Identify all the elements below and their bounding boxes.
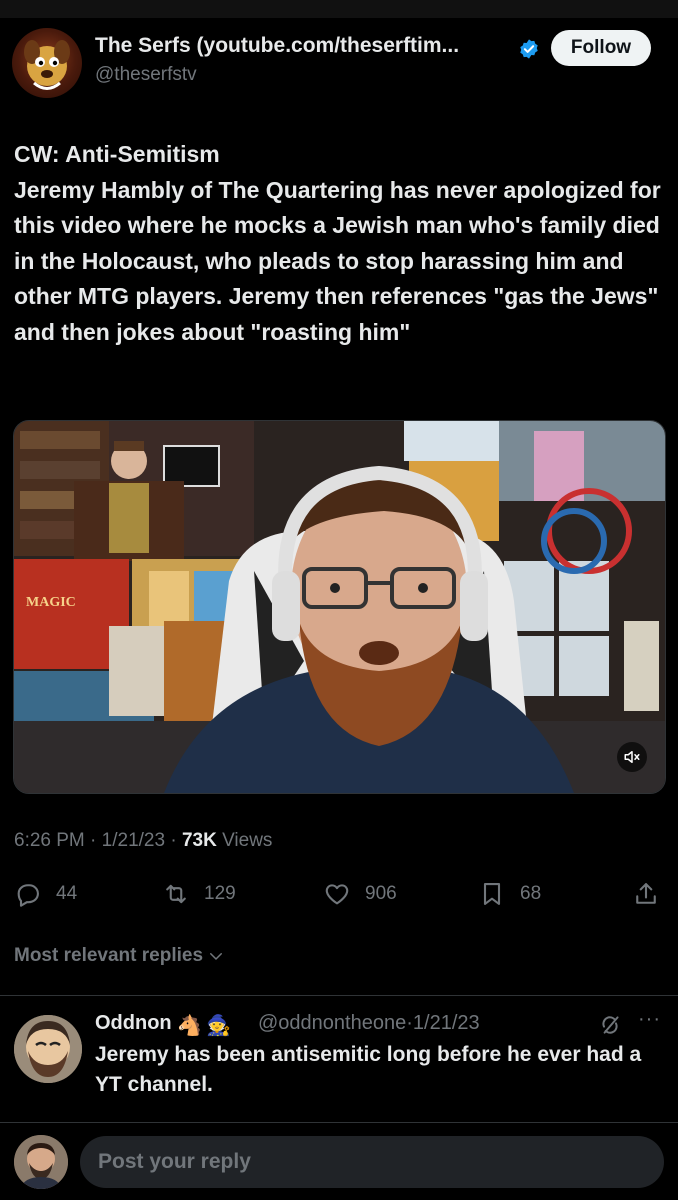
compose-divider	[0, 1122, 678, 1123]
repost-action[interactable]: 129	[162, 880, 236, 908]
repost-count: 129	[204, 883, 236, 904]
replies-sort-label: Most relevant replies	[14, 945, 204, 966]
share-button[interactable]	[632, 880, 660, 908]
reply-count: 44	[56, 883, 78, 904]
author-avatar[interactable]	[12, 28, 82, 98]
views-count: 73K	[181, 830, 217, 851]
reply-author-handle[interactable]: @oddnontheone	[258, 1012, 406, 1034]
grok-icon[interactable]	[597, 1012, 623, 1038]
reply-author-meta: @oddnontheone·1/21/23	[258, 1012, 480, 1034]
heart-icon	[325, 884, 349, 905]
follow-button[interactable]: Follow	[551, 30, 651, 66]
like-action[interactable]: 906	[323, 880, 397, 908]
reply-avatar[interactable]	[14, 1015, 82, 1083]
speaker-muted-icon	[624, 751, 640, 763]
verified-badge-icon	[520, 39, 538, 59]
reply-emoji-wizard: 🧙	[206, 1015, 231, 1037]
reply-date[interactable]: 1/21/23	[413, 1012, 480, 1034]
views-label: Views	[222, 830, 273, 851]
repost-icon	[166, 884, 186, 904]
more-options-icon[interactable]: ···	[638, 1008, 661, 1031]
current-user-avatar[interactable]	[14, 1135, 68, 1189]
reply-input[interactable]	[80, 1136, 664, 1188]
section-divider	[0, 995, 678, 996]
bookmark-icon	[483, 883, 501, 905]
tweet-meta: 6:26 PM · 1/21/23 · 73K Views	[14, 830, 273, 851]
video-frame: MAGIC	[14, 421, 665, 793]
status-bar	[0, 0, 678, 18]
reply-icon	[17, 884, 39, 907]
reply-author-name[interactable]: Oddnon	[95, 1012, 172, 1035]
mute-button[interactable]	[617, 742, 647, 772]
reply-action[interactable]: 44	[14, 880, 77, 908]
reply-emoji-horse: 🐴	[177, 1015, 202, 1037]
bookmark-count: 68	[520, 883, 542, 904]
replies-sort-dropdown[interactable]: Most relevant replies	[14, 945, 225, 967]
like-count: 906	[365, 883, 397, 904]
reply-text: Jeremy has been antisemitic long before …	[95, 1043, 642, 1096]
bookmark-action[interactable]: 68	[478, 880, 541, 908]
tweet-date[interactable]: 1/21/23	[102, 830, 165, 851]
author-display-name[interactable]: The Serfs (youtube.com/theserftim...	[95, 34, 459, 58]
chevron-down-icon	[210, 953, 223, 960]
poster-magic-text: MAGIC	[26, 595, 76, 610]
tweet-text: CW: Anti-Semitism Jeremy Hambly of The Q…	[14, 141, 661, 345]
tweet-time[interactable]: 6:26 PM	[14, 830, 85, 851]
share-icon	[636, 883, 656, 904]
tweet-video[interactable]: MAGIC	[13, 420, 666, 794]
author-handle[interactable]: @theserfstv	[95, 64, 197, 86]
